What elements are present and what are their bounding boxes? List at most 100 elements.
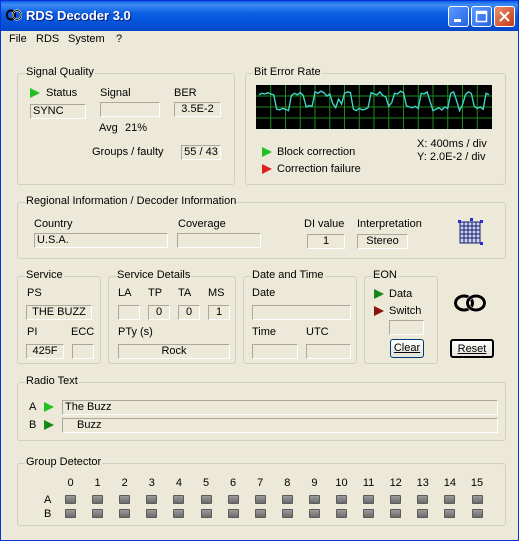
rt-b-field: Buzz (62, 418, 498, 433)
ecc-label: ECC (71, 326, 95, 338)
date-field (252, 305, 351, 320)
maximize-button[interactable] (471, 6, 492, 27)
y-scale-label: Y: 2.0E-2 / div (417, 151, 486, 163)
group-3a-led (146, 495, 158, 504)
group-0b-led (65, 509, 76, 518)
ta-label: TA (178, 287, 192, 299)
tp-field: 0 (148, 305, 170, 320)
group-12b-led (390, 509, 402, 518)
reset-button[interactable]: Reset (450, 339, 494, 358)
clear-button[interactable]: Clear (390, 339, 424, 358)
country-label: Country (34, 218, 73, 230)
minimize-button[interactable] (448, 6, 469, 27)
menu-rds[interactable]: RDS (36, 33, 59, 45)
groups-label: Groups / faulty (92, 146, 164, 158)
eon-group: EON Data Switch Clear (364, 269, 438, 364)
rt-a-field: The Buzz (62, 400, 498, 415)
group-6a-led (227, 495, 239, 504)
group-8b-led (281, 509, 293, 518)
group-4a-led (173, 495, 185, 504)
regional-info-group: Regional Information / Decoder Informati… (17, 195, 506, 259)
group-column-header: 9 (311, 477, 318, 489)
reset-button-label: Reset (457, 343, 487, 355)
group-column-header: 3 (148, 477, 155, 489)
avg-value: 21% (125, 122, 148, 134)
menu-help[interactable]: ? (116, 33, 122, 45)
group-column-header: 4 (175, 477, 182, 489)
row-label-b: B (44, 508, 52, 520)
switch-indicator-icon (374, 306, 384, 316)
regional-info-title: Regional Information / Decoder Informati… (25, 195, 238, 207)
group-0a-led (65, 495, 76, 504)
avg-label: Avg (99, 122, 118, 134)
ms-field: 1 (208, 305, 230, 320)
group-2a-led (119, 495, 131, 504)
status-label: Status (46, 87, 78, 99)
group-3b-led (146, 509, 158, 518)
country-field: U.S.A. (34, 233, 168, 248)
ms-label: MS (208, 287, 225, 299)
group-11b-led (363, 509, 375, 518)
group-9a-led (308, 495, 320, 504)
switch-field (389, 320, 424, 335)
group-column-header: 5 (202, 477, 210, 489)
service-details-title: Service Details (116, 269, 192, 281)
date-time-title: Date and Time (251, 269, 325, 281)
status-field: SYNC (30, 104, 86, 119)
status-indicator-icon (30, 88, 40, 98)
correction-failure-icon (262, 164, 272, 174)
pty-label: PTy (s) (118, 326, 153, 338)
title-bar[interactable]: RDS Decoder 3.0 (1, 1, 518, 31)
group-2b-led (119, 509, 131, 518)
menu-bar: File RDS System ? (1, 31, 518, 49)
service-title: Service (25, 269, 64, 281)
maximize-icon (475, 10, 488, 23)
menu-system[interactable]: System (68, 33, 105, 45)
group-14a-led (444, 495, 456, 504)
menu-file[interactable]: File (9, 33, 27, 45)
group-column-header: 11 (362, 477, 375, 489)
group-detector-title: Group Detector (25, 456, 103, 468)
block-correction-label: Block correction (277, 146, 356, 158)
group-4b-led (173, 509, 185, 518)
clear-button-label: Clear (393, 342, 421, 354)
group-column-header: 15 (470, 477, 484, 489)
rt-b-indicator-icon (44, 420, 54, 430)
group-9b-led (308, 509, 320, 518)
group-column-header: 8 (284, 477, 291, 489)
group-column-header: 1 (94, 477, 101, 489)
ps-label: PS (27, 287, 42, 299)
group-13b-led (417, 509, 429, 518)
close-icon (499, 11, 510, 22)
group-14b-led (444, 509, 456, 518)
rt-a-label: A (29, 401, 37, 413)
group-7b-led (254, 509, 266, 518)
close-button[interactable] (494, 6, 515, 27)
utc-field (306, 344, 351, 359)
interpretation-label: Interpretation (357, 218, 422, 230)
service-details-group: Service Details LA TP 0 TA 0 MS 1 PTy (s… (108, 269, 236, 364)
rds-decoder-window: RDS Decoder 3.0 File RDS System ? Signal… (0, 0, 519, 541)
pi-field: 425F (26, 344, 64, 359)
group-column-header: 10 (335, 477, 348, 489)
time-label: Time (252, 326, 277, 338)
group-column-header: 14 (443, 477, 457, 489)
group-1b-led (92, 509, 104, 518)
group-column-header: 7 (257, 477, 264, 489)
group-5b-led (200, 509, 212, 518)
group-6b-led (227, 509, 239, 518)
minimize-icon (454, 19, 461, 22)
group-5a-led (200, 495, 212, 504)
bit-error-rate-group: Bit Error Rate Block correction Correcti… (245, 66, 506, 185)
group-column-header: 13 (416, 477, 429, 489)
di-value-field: 1 (307, 234, 345, 249)
group-column-header: 6 (230, 477, 237, 489)
la-field (118, 305, 140, 320)
eon-switch-label: Switch (389, 305, 422, 317)
group-1a-led (92, 495, 104, 504)
decoder-info-icon (458, 218, 483, 245)
data-indicator-icon (374, 289, 384, 299)
ps-field: THE BUZZ (26, 305, 92, 320)
app-icon (6, 9, 22, 21)
time-field (252, 344, 298, 359)
